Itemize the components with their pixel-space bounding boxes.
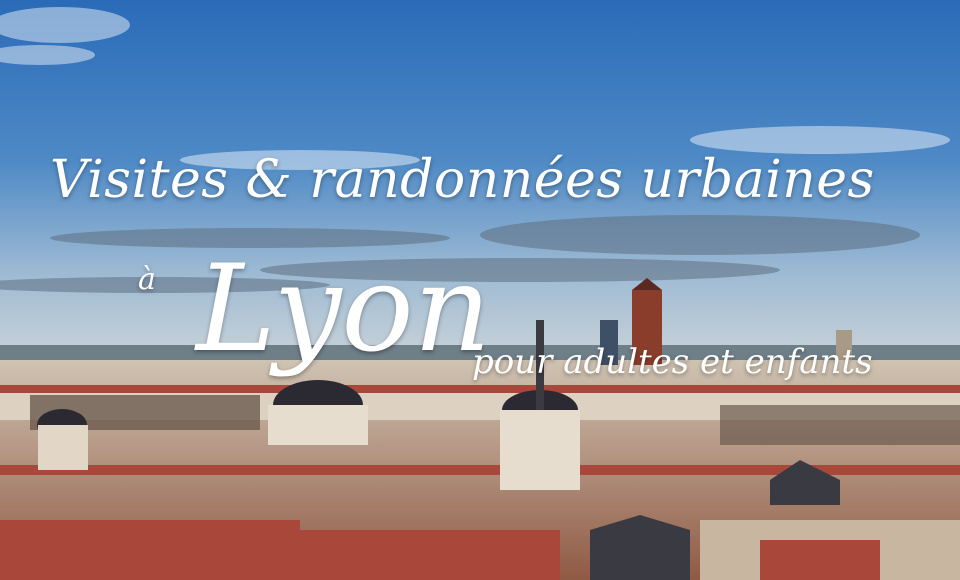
hero-banner: Visites & randonnées urbaines à Lyon pou… [0,0,960,580]
headline-audience: pour adultes et enfants [472,342,873,382]
headline-title: Visites & randonnées urbaines [50,150,875,210]
headline-preposition: à [138,262,156,297]
headline-city: Lyon [196,240,491,379]
